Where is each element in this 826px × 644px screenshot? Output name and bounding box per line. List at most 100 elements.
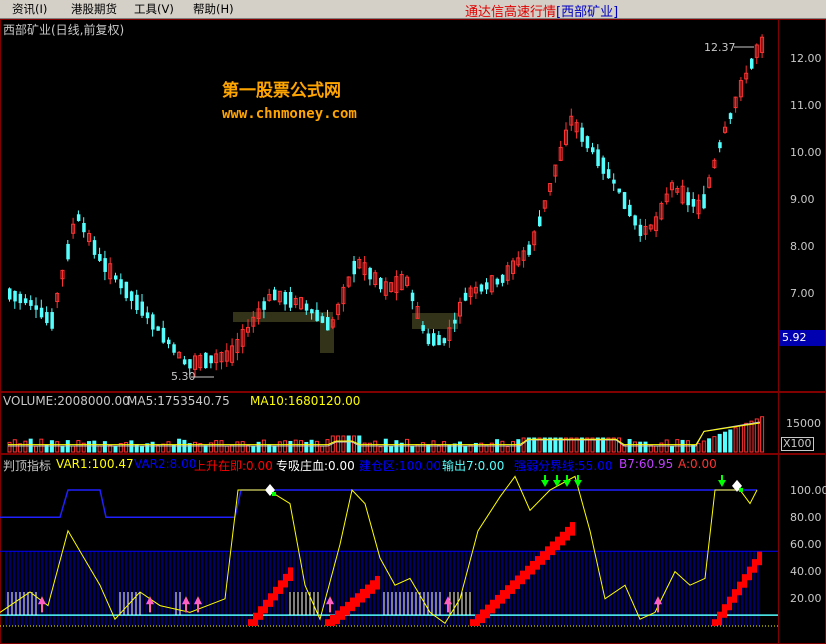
volume-bar [34, 445, 38, 453]
rise-bar [555, 536, 560, 551]
rise-bar [505, 585, 510, 599]
rise-bar [525, 565, 530, 580]
rise-bar [350, 597, 355, 612]
candle-body [432, 333, 436, 346]
rise-bar [480, 609, 485, 624]
rise-bar [545, 546, 550, 560]
candle-body [691, 199, 696, 207]
volume-bar [638, 441, 643, 453]
volume-bar [420, 442, 425, 453]
rise-bar [737, 581, 742, 596]
volume-bar [272, 445, 277, 453]
rise-bar [268, 593, 273, 607]
candle-body [114, 275, 118, 280]
rise-bar [722, 604, 727, 618]
volume-bar [193, 441, 197, 453]
candle-body [591, 147, 595, 153]
volume-bar [717, 433, 722, 453]
candle-body [8, 288, 12, 300]
candle-body [580, 127, 584, 142]
rise-bar [535, 556, 540, 570]
candle-body [161, 327, 166, 343]
volume-bar [71, 445, 76, 453]
candle-body [479, 284, 484, 292]
volume-bar [452, 443, 457, 453]
var1-blue-line [0, 489, 757, 518]
rise-bar [360, 588, 365, 603]
rise-bar [485, 604, 490, 619]
candle-body [426, 333, 431, 345]
candle-body [29, 300, 33, 306]
rise-bar [540, 551, 545, 565]
rise-bar [500, 590, 505, 604]
volume-bar [670, 445, 674, 453]
candle-body [421, 325, 425, 331]
candle-body [135, 294, 139, 311]
volume-bar [55, 441, 60, 453]
candle-body [204, 352, 208, 369]
volume-bar [733, 427, 738, 453]
volume-bar [346, 435, 351, 453]
candle-body [167, 339, 171, 345]
candle-body [172, 344, 176, 353]
volume-bar [738, 425, 743, 453]
buy-signal-arrow [146, 596, 154, 613]
top-signal-arrow [574, 480, 582, 487]
top-signal-arrow [553, 480, 561, 487]
rise-bar [258, 606, 263, 620]
volume-bar [235, 441, 240, 453]
candle-body [601, 157, 606, 174]
candle-body [527, 244, 531, 255]
candle-body [98, 254, 102, 261]
rise-bar [495, 594, 500, 609]
volume-bar [712, 436, 717, 453]
volume-bar [505, 446, 510, 453]
candle-body [188, 359, 192, 369]
candle-body [442, 338, 447, 344]
rise-bar [283, 573, 288, 588]
top-signal-stem [556, 475, 558, 481]
rise-bar [340, 606, 345, 620]
rise-bar [565, 526, 570, 541]
volume-bar [341, 435, 346, 453]
candle-body [686, 192, 690, 206]
rise-bar [370, 580, 375, 594]
candle-body [485, 282, 489, 290]
buy-signal-arrow [654, 596, 662, 613]
rise-bar [732, 589, 737, 603]
candle-body [379, 277, 383, 290]
volume-bar [723, 431, 727, 453]
rise-bar [712, 619, 717, 626]
candle-body [702, 194, 706, 209]
candle-body [633, 215, 637, 226]
candle-body [45, 312, 49, 324]
volume-bar [744, 422, 749, 453]
volume-bar [102, 441, 107, 453]
candle-body [453, 319, 457, 324]
rise-bar [757, 551, 762, 566]
buy-signal-arrow [326, 596, 334, 613]
candle-body [437, 334, 441, 346]
candle-body [320, 316, 325, 323]
volume-bar [166, 441, 171, 453]
volume-bar [696, 443, 701, 453]
rise-bar [365, 584, 370, 599]
rise-bar [345, 601, 350, 616]
volume-bar [500, 440, 505, 453]
volume-bar [92, 440, 97, 453]
candle-body [50, 312, 54, 329]
candle-body [103, 258, 107, 272]
rise-bar [273, 586, 278, 601]
volume-bar [314, 440, 319, 453]
candle-body [310, 309, 314, 314]
volume-bar [304, 441, 309, 453]
volume-bar [749, 420, 754, 453]
candle-body [76, 214, 81, 221]
rise-bar [530, 560, 535, 575]
candle-body [140, 301, 144, 316]
rise-bar [570, 522, 575, 536]
rise-bar [475, 614, 480, 626]
candle-body [585, 136, 590, 149]
candle-body [326, 317, 330, 331]
candle-body [596, 149, 600, 167]
